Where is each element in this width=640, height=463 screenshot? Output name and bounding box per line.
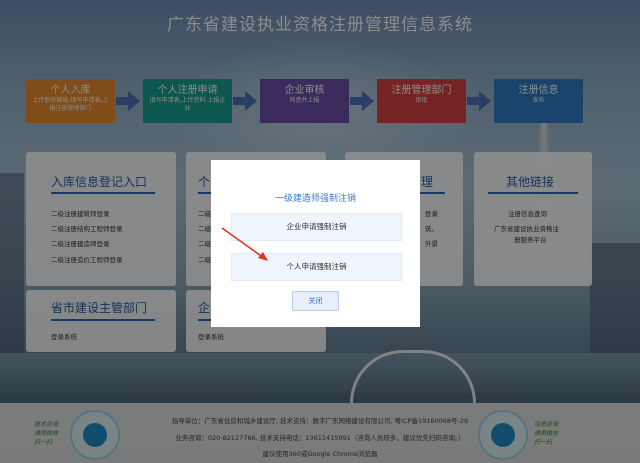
annotation-arrow-icon (221, 227, 268, 261)
